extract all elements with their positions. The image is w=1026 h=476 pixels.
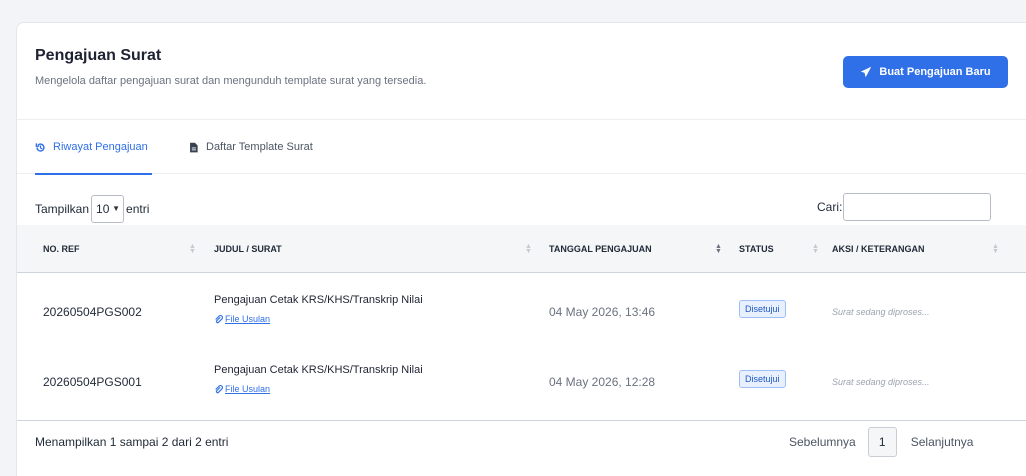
sort-icon: ▲ ▼ [189, 243, 196, 255]
chevron-down-icon: ▼ [112, 204, 121, 213]
history-icon [35, 142, 45, 152]
search-input[interactable] [843, 193, 992, 221]
submission-title: Pengajuan Cetak KRS/KHS/Transkrip Nilai [214, 364, 423, 376]
page-subtitle: Mengelola daftar pengajuan surat dan men… [35, 75, 427, 87]
paperclip-icon [215, 384, 223, 393]
search-control: Cari: [817, 193, 992, 221]
table-info: Menampilkan 1 sampai 2 dari 2 entri [35, 435, 229, 449]
table-row: 20260504PGS001 Pengajuan Cetak KRS/KHS/T… [17, 353, 1026, 409]
page-number-button[interactable]: 1 [867, 427, 897, 457]
ref-number: 20260504PGS001 [43, 375, 142, 389]
search-label: Cari: [817, 200, 843, 214]
new-submission-label: Buat Pengajuan Baru [879, 66, 991, 78]
action-note: Surat sedang diproses... [832, 377, 930, 387]
table-row: 20260504PGS002 Pengajuan Cetak KRS/KHS/T… [17, 283, 1026, 339]
file-icon [190, 142, 198, 152]
submission-date: 04 May 2026, 12:28 [549, 375, 656, 389]
column-header-aksi[interactable]: AKSI / KETERANGAN ▲ ▼ [832, 225, 1022, 273]
entries-label: entri [126, 202, 150, 216]
submission-date: 04 May 2026, 13:46 [549, 305, 656, 319]
sort-icon: ▲ ▼ [812, 243, 819, 255]
submission-title: Pengajuan Cetak KRS/KHS/Transkrip Nilai [214, 294, 423, 306]
tab-bar: Riwayat Pengajuan Daftar Template Surat [17, 120, 1026, 175]
submission-card: Pengajuan Surat Mengelola daftar pengaju… [16, 22, 1026, 476]
page-length-control: Tampilkan 10 ▼ entri [35, 195, 149, 223]
new-submission-button[interactable]: Buat Pengajuan Baru [843, 56, 1008, 88]
sort-icon: ▲ ▼ [715, 243, 722, 255]
table-header: NO. REF ▲ ▼ JUDUL / SURAT ▲ ▼ TANGGAL PENG… [17, 225, 1026, 273]
card-header: Pengajuan Surat Mengelola daftar pengaju… [17, 23, 1026, 120]
status-badge: Disetujui [739, 300, 786, 318]
tab-daftar-template[interactable]: Daftar Template Surat [188, 120, 313, 174]
column-header-status[interactable]: STATUS ▲ ▼ [739, 225, 832, 273]
ref-number: 20260504PGS002 [43, 305, 142, 319]
sort-icon: ▲ ▼ [525, 243, 532, 255]
next-page-button[interactable]: Selanjutnya [911, 435, 974, 449]
status-badge: Disetujui [739, 370, 786, 388]
previous-page-button[interactable]: Sebelumnya [789, 435, 856, 449]
file-usulan-link[interactable]: File Usulan [214, 384, 270, 394]
paperclip-icon [215, 314, 223, 323]
column-header-tanggal[interactable]: TANGGAL PENGAJUAN ▲ ▼ [549, 225, 739, 273]
page-length-select[interactable]: 10 ▼ [91, 195, 125, 223]
column-header-judul[interactable]: JUDUL / SURAT ▲ ▼ [214, 225, 549, 273]
column-header-no-ref[interactable]: NO. REF ▲ ▼ [43, 225, 213, 273]
show-label: Tampilkan [35, 202, 90, 216]
page-title: Pengajuan Surat [35, 47, 162, 64]
tab-label: Daftar Template Surat [206, 141, 313, 153]
pagination: Sebelumnya 1 Selanjutnya [789, 427, 973, 457]
action-note: Surat sedang diproses... [832, 307, 930, 317]
tab-riwayat-pengajuan[interactable]: Riwayat Pengajuan [35, 120, 152, 175]
tab-label: Riwayat Pengajuan [53, 141, 148, 153]
paper-plane-icon [861, 66, 872, 78]
table-bottom-divider [17, 420, 1026, 421]
sort-icon: ▲ ▼ [992, 243, 999, 255]
file-usulan-link[interactable]: File Usulan [214, 314, 270, 324]
page-length-value: 10 [96, 202, 110, 216]
